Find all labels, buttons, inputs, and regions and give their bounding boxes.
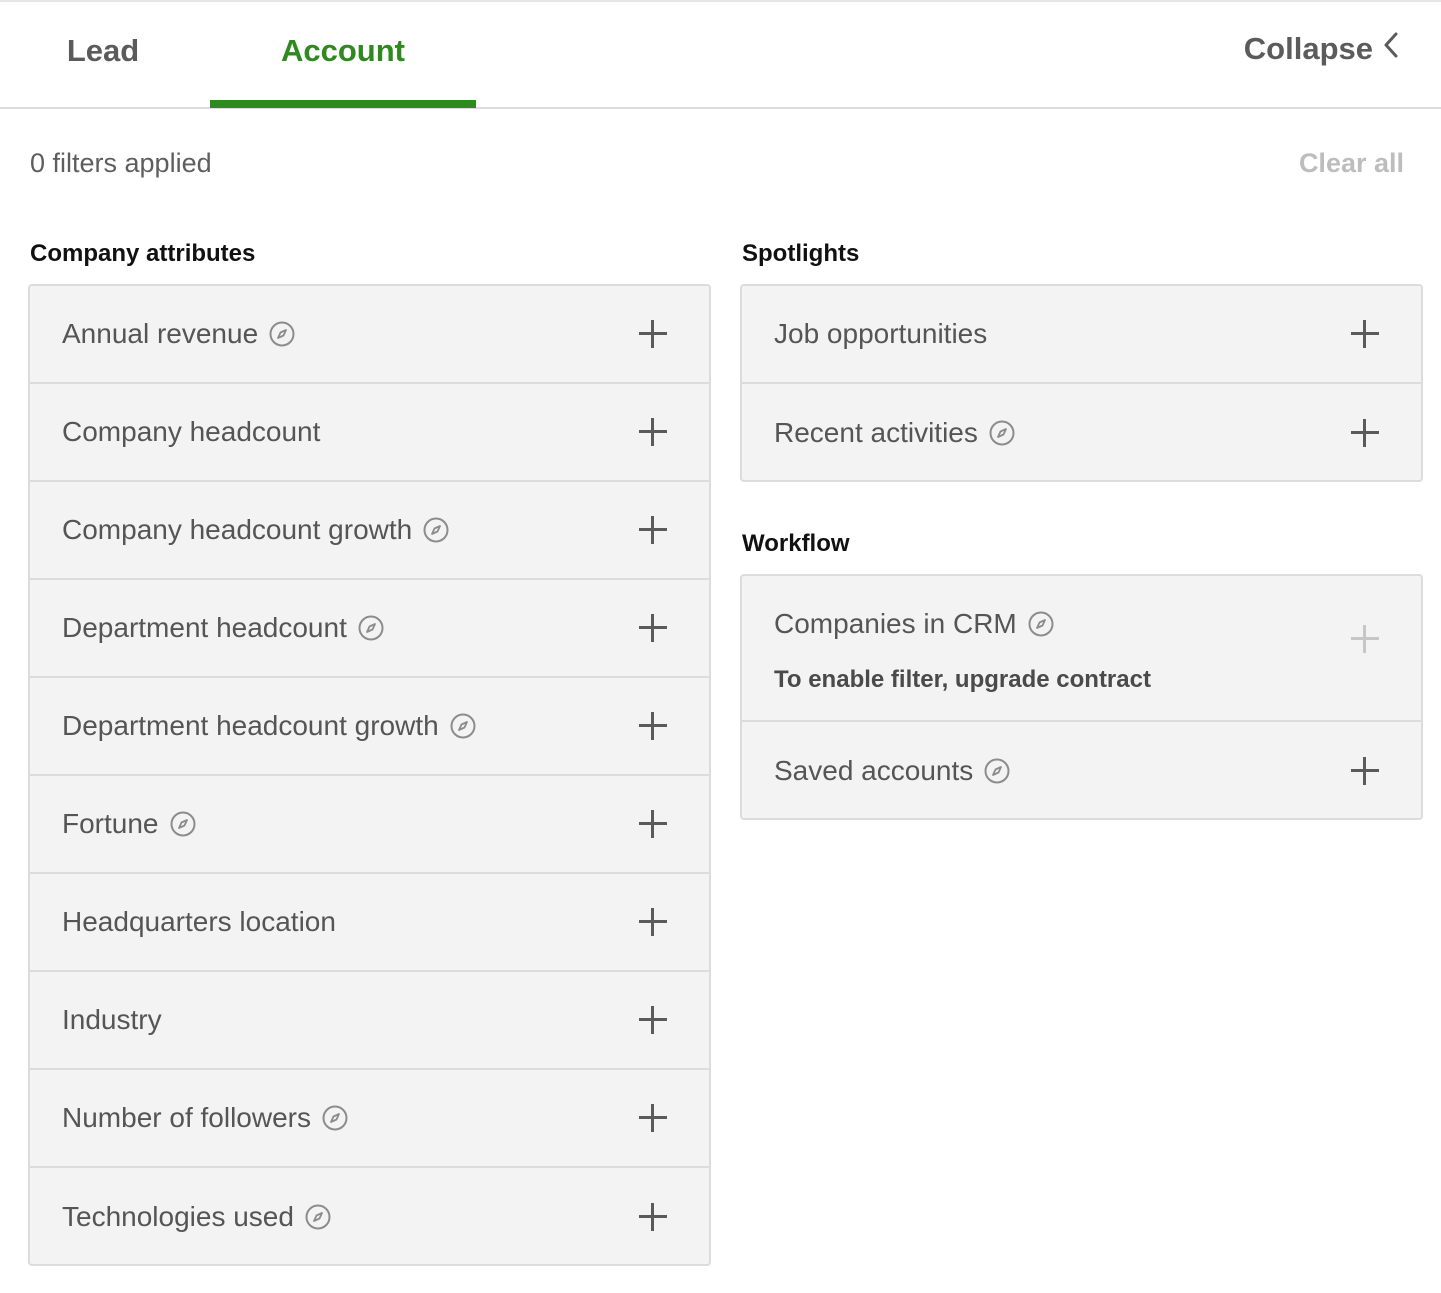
plus-icon[interactable] [639,908,667,936]
compass-icon [988,419,1016,447]
plus-icon[interactable] [639,614,667,642]
compass-icon [321,1104,349,1132]
plus-icon[interactable] [639,320,667,348]
clear-all-button[interactable]: Clear all [1299,148,1404,179]
filter-row-company-headcount[interactable]: Company headcount [30,384,709,482]
spotlights-panel: Job opportunities Recent activities [740,284,1423,482]
filter-row-saved-accounts[interactable]: Saved accounts [742,722,1421,820]
upgrade-note: To enable filter, upgrade contract [774,666,1151,693]
tab-lead[interactable]: Lead [24,0,182,107]
filter-row-headquarters-location[interactable]: Headquarters location [30,874,709,972]
filter-label: Number of followers [62,1102,311,1133]
filter-label: Technologies used [62,1201,294,1232]
filter-label: Recent activities [774,417,978,448]
compass-icon [422,516,450,544]
plus-icon[interactable] [639,1006,667,1034]
plus-icon[interactable] [639,1104,667,1132]
plus-icon[interactable] [639,516,667,544]
plus-icon[interactable] [1351,320,1379,348]
section-title-company-attributes: Company attributes [30,240,256,267]
plus-icon[interactable] [639,810,667,838]
filter-row-company-headcount-growth[interactable]: Company headcount growth [30,482,709,580]
filter-row-fortune[interactable]: Fortune [30,776,709,874]
compass-icon [169,810,197,838]
plus-icon [1351,625,1379,653]
workflow-panel: Companies in CRM To enable filter, upgra… [740,574,1423,820]
plus-icon[interactable] [639,1203,667,1231]
plus-icon[interactable] [639,712,667,740]
compass-icon [304,1203,332,1231]
filter-row-job-opportunities[interactable]: Job opportunities [742,286,1421,384]
filter-label: Job opportunities [774,318,988,349]
chevron-left-icon [1381,30,1401,68]
filter-row-department-headcount-growth[interactable]: Department headcount growth [30,678,709,776]
filter-label: Annual revenue [62,318,259,349]
plus-icon[interactable] [639,418,667,446]
plus-icon[interactable] [1351,757,1379,785]
filter-row-companies-in-crm: Companies in CRM To enable filter, upgra… [742,576,1421,722]
filter-label: Department headcount growth [62,710,439,741]
compass-icon [983,757,1011,785]
section-title-workflow: Workflow [742,530,850,557]
company-attributes-panel: Annual revenue Company headcount Company… [28,284,711,1266]
filter-label: Department headcount [62,612,347,643]
filter-label: Headquarters location [62,906,336,937]
filter-label: Industry [62,1004,162,1035]
filter-row-industry[interactable]: Industry [30,972,709,1070]
compass-icon [1027,610,1055,638]
filter-row-department-headcount[interactable]: Department headcount [30,580,709,678]
collapse-button[interactable]: Collapse [1244,30,1401,68]
filter-row-recent-activities[interactable]: Recent activities [742,384,1421,482]
filter-label: Company headcount [62,416,321,447]
filter-label: Companies in CRM [774,608,1017,639]
filter-row-number-of-followers[interactable]: Number of followers [30,1070,709,1168]
filters-applied-count: 0 filters applied [30,148,212,178]
tab-bar: Lead Account Collapse [0,0,1441,109]
compass-icon [357,614,385,642]
filter-row-annual-revenue[interactable]: Annual revenue [30,286,709,384]
filter-label: Saved accounts [774,755,974,786]
filter-label: Company headcount growth [62,514,413,545]
filter-label: Fortune [62,808,159,839]
section-title-spotlights: Spotlights [742,240,860,267]
collapse-label: Collapse [1243,31,1373,66]
tab-account[interactable]: Account [210,0,476,108]
filter-row-technologies-used[interactable]: Technologies used [30,1168,709,1266]
compass-icon [449,712,477,740]
compass-icon [268,320,296,348]
plus-icon[interactable] [1351,419,1379,447]
